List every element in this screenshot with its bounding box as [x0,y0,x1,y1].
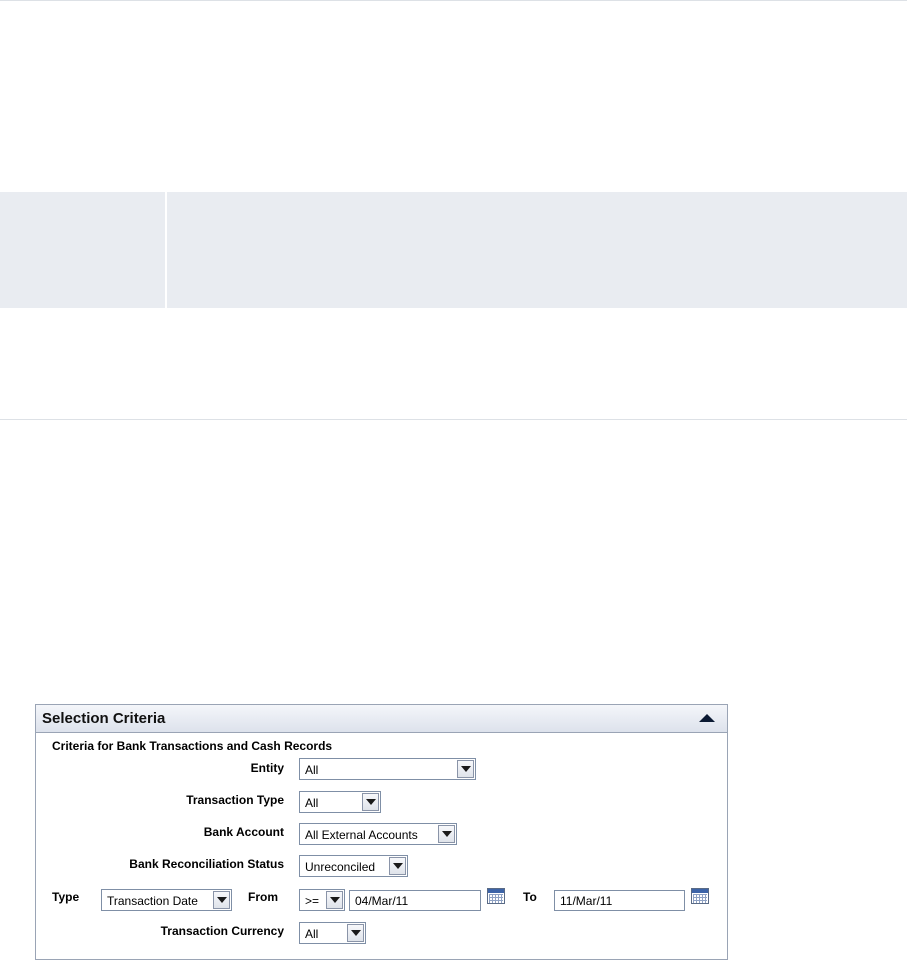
type-label: Type [52,890,80,904]
collapse-icon[interactable] [699,714,715,722]
currency-value: All [305,927,319,941]
from-operator-select[interactable]: >= [299,889,345,911]
transaction-type-value: All [305,796,319,810]
chevron-down-icon[interactable] [362,793,379,811]
bank-account-value: All External Accounts [305,828,418,842]
chevron-down-icon[interactable] [438,825,455,843]
top-divider [0,0,907,1]
band-divider [165,192,167,308]
entity-value: All [305,763,319,777]
header-band [0,192,907,308]
reconciliation-status-value: Unreconciled [305,860,376,874]
section-divider [0,419,907,420]
bank-account-label: Bank Account [203,825,284,839]
transaction-type-label: Transaction Type [186,793,284,807]
transaction-type-select[interactable]: All [299,791,381,813]
to-calendar-icon[interactable] [691,888,709,904]
from-date-input[interactable]: 04/Mar/11 [349,890,481,911]
entity-label: Entity [250,761,284,775]
bank-account-select[interactable]: All External Accounts [299,823,457,845]
chevron-down-icon[interactable] [326,891,343,909]
from-operator-value: >= [305,894,320,908]
panel-header[interactable]: Selection Criteria [36,705,727,733]
currency-label: Transaction Currency [160,924,284,938]
chevron-down-icon[interactable] [389,857,406,875]
type-select[interactable]: Transaction Date [101,889,232,911]
chevron-down-icon[interactable] [347,924,364,942]
reconciliation-status-label: Bank Reconciliation Status [129,857,284,871]
criteria-subheading: Criteria for Bank Transactions and Cash … [52,739,333,753]
reconciliation-status-select[interactable]: Unreconciled [299,855,408,877]
type-value: Transaction Date [107,894,198,908]
from-label: From [248,890,278,904]
chevron-down-icon[interactable] [457,760,474,778]
to-date-input[interactable]: 11/Mar/11 [554,890,685,911]
entity-select[interactable]: All [299,758,476,780]
to-label: To [523,890,537,904]
from-calendar-icon[interactable] [487,888,505,904]
selection-criteria-panel: Selection Criteria Criteria for Bank Tra… [35,704,728,960]
panel-title: Selection Criteria [42,710,166,727]
chevron-down-icon[interactable] [213,891,230,909]
currency-select[interactable]: All [299,922,366,944]
